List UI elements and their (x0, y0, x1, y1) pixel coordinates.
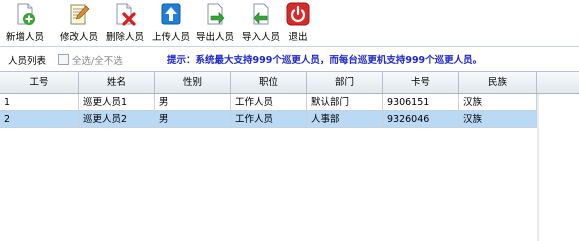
column-header-ethnicity[interactable]: 民族 (459, 72, 537, 93)
edit-person-label: 修改人员 (59, 32, 98, 43)
edit-person-button[interactable]: 修改人员 (56, 2, 102, 44)
cell-position: 工作人员 (231, 94, 307, 111)
cell-ethnicity: 汉族 (459, 94, 537, 111)
import-arrow-icon (253, 3, 269, 25)
capacity-hint: 提示：系统最大支持999个巡更人员，而每台巡更机支持999个巡更人员。 (167, 55, 483, 66)
power-icon (286, 2, 310, 26)
cell-department: 默认部门 (307, 94, 383, 111)
delete-person-label: 删除人员 (105, 32, 144, 43)
cell-position: 工作人员 (231, 111, 307, 128)
cell-card-number: 9306151 (383, 94, 459, 111)
cell-ethnicity: 汉族 (459, 111, 537, 128)
table-row-selected[interactable]: 2 巡更人员2 男 工作人员 人事部 9326046 汉族 (0, 111, 537, 128)
exit-label: 退出 (288, 32, 308, 43)
upload-arrow-icon (161, 3, 181, 25)
cell-id: 2 (0, 111, 79, 128)
table-row[interactable]: 1 巡更人员1 男 工作人员 默认部门 9306151 汉族 (0, 94, 537, 111)
select-all-label[interactable]: 全选/全不选 (72, 53, 123, 67)
add-person-icon (17, 3, 35, 25)
cell-id: 1 (0, 94, 79, 111)
column-header-id[interactable]: 工号 (0, 72, 79, 93)
cell-name: 巡更人员2 (79, 111, 155, 128)
edit-notepad-icon (70, 4, 90, 25)
exit-button[interactable]: 退出 (282, 2, 314, 44)
column-header-gender[interactable]: 性别 (155, 72, 231, 93)
list-title: 人员列表 (8, 56, 47, 67)
column-header-position[interactable]: 职位 (231, 72, 307, 93)
cell-name: 巡更人员1 (79, 94, 155, 111)
column-header-department[interactable]: 部门 (307, 72, 383, 93)
select-all-checkbox[interactable] (58, 54, 69, 65)
cell-gender: 男 (155, 111, 231, 128)
cell-department: 人事部 (307, 111, 383, 128)
delete-document-icon (116, 3, 136, 26)
import-person-button[interactable]: 导入人员 (238, 2, 284, 44)
export-person-label: 导出人员 (195, 32, 234, 43)
delete-person-button[interactable]: 删除人员 (102, 2, 148, 44)
import-person-label: 导入人员 (241, 32, 280, 43)
toolbar: 新增人员 修改人员 删除人员 上传人员 导出人员 导入人员 退出 (0, 0, 579, 47)
column-header-card-number[interactable]: 卡号 (383, 72, 459, 93)
upload-person-button[interactable]: 上传人员 (148, 2, 194, 44)
export-person-button[interactable]: 导出人员 (192, 2, 238, 44)
add-person-button[interactable]: 新增人员 (2, 2, 48, 44)
cell-card-number: 9326046 (383, 111, 459, 128)
personnel-table: 工号 姓名 性别 职位 部门 卡号 民族 1 巡更人员1 男 工作人员 默认部门… (0, 71, 579, 241)
export-arrow-icon (207, 3, 225, 25)
add-person-label: 新增人员 (5, 32, 44, 43)
upload-person-label: 上传人员 (151, 32, 190, 43)
list-header-bar: 人员列表 全选/全不选 提示：系统最大支持999个巡更人员，而每台巡更机支持99… (0, 47, 579, 70)
table-header: 工号 姓名 性别 职位 部门 卡号 民族 (0, 72, 579, 94)
column-divider (537, 94, 539, 241)
cell-gender: 男 (155, 94, 231, 111)
column-header-name[interactable]: 姓名 (79, 72, 155, 93)
